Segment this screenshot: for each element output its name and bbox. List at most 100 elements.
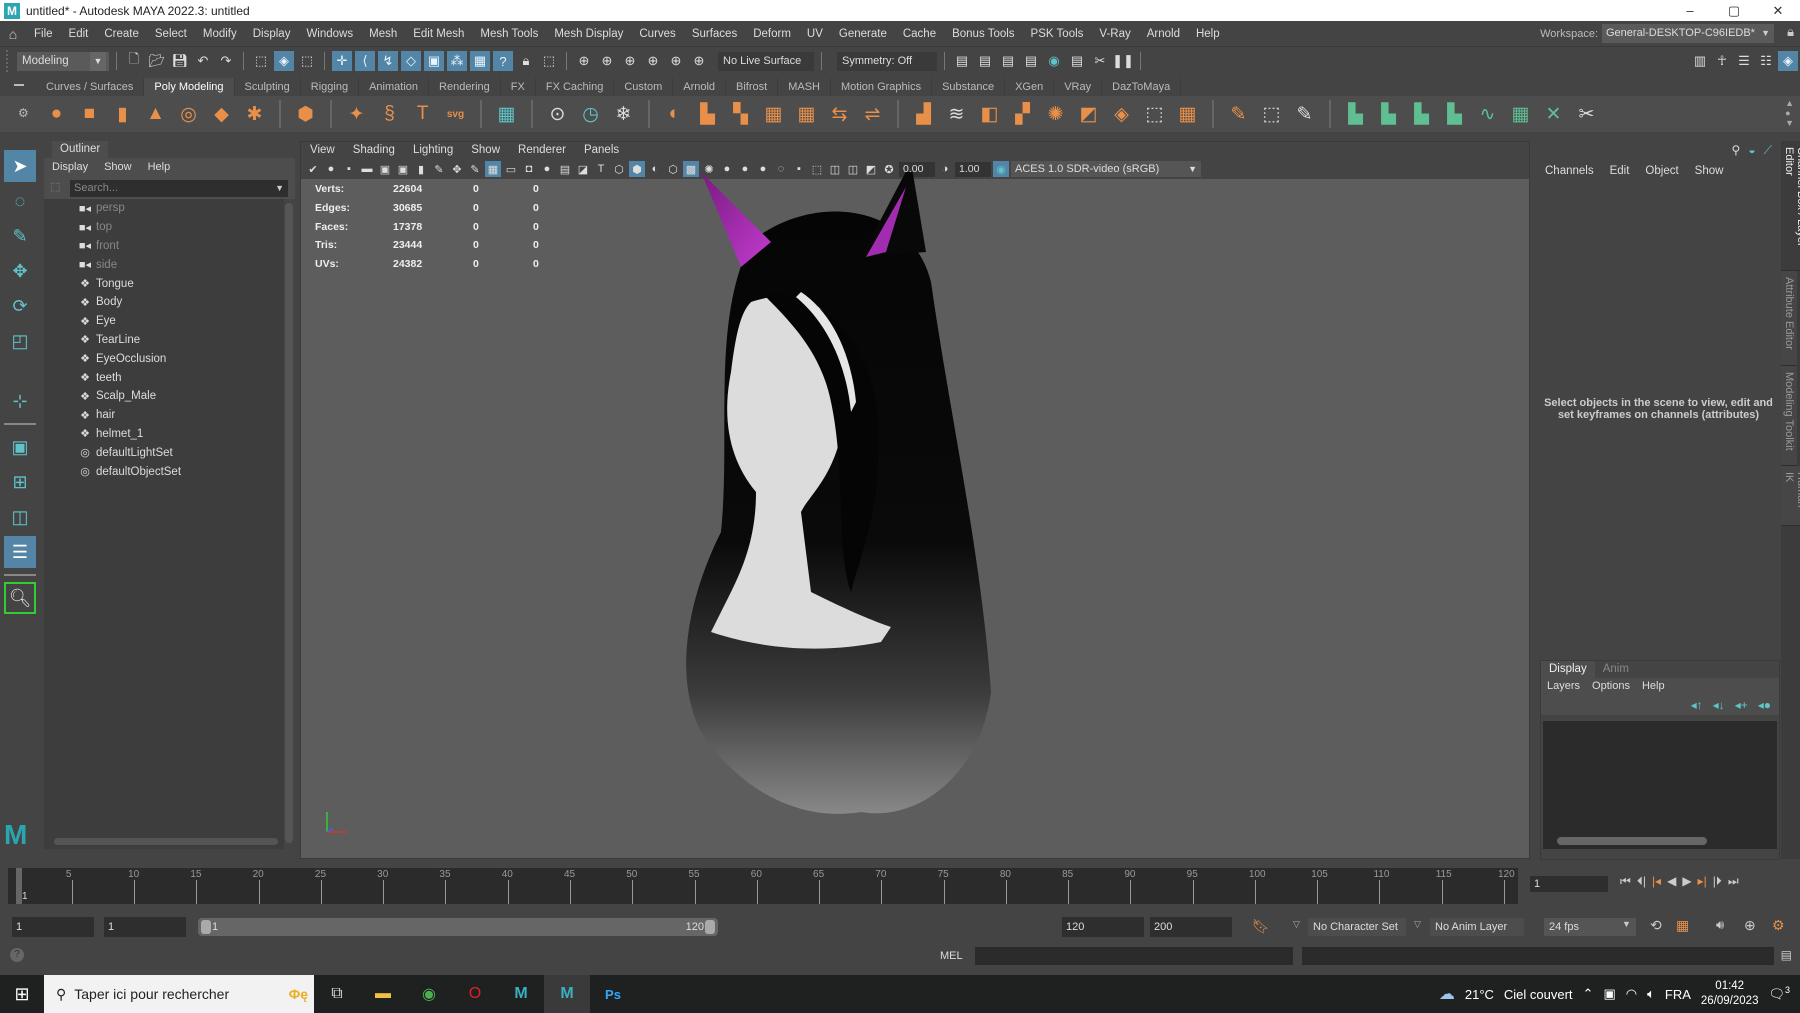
mash-network-icon[interactable]: ▦	[492, 100, 521, 129]
script-language-label[interactable]: MEL	[940, 950, 963, 962]
channelbox-menu-object[interactable]: Object	[1637, 163, 1686, 179]
bookmarks-icon[interactable]: ▪	[341, 161, 357, 177]
outliner-item[interactable]: ■◂ top	[44, 218, 284, 237]
lock-selection-icon[interactable]: 🔒︎	[516, 51, 536, 71]
safe-action-icon[interactable]: ◪	[575, 161, 591, 177]
freeze-transform-icon[interactable]: ❄	[609, 100, 638, 129]
camera-icon[interactable]: ▣	[395, 161, 411, 177]
menu-set-dropdown[interactable]: Modeling	[17, 51, 109, 71]
shelf-tab-mash[interactable]: MASH	[778, 78, 831, 96]
target-weld-icon[interactable]: ✺	[1041, 100, 1070, 129]
uv-editor-icon[interactable]: ▦	[1506, 100, 1535, 129]
modeling-toolkit-toggle-icon[interactable]: ▥	[1690, 51, 1710, 71]
center-pivot-icon[interactable]: ⊙	[543, 100, 572, 129]
maya-active-app-icon[interactable]: M	[544, 975, 590, 1013]
weather-icon[interactable]: ☁	[1439, 984, 1455, 1004]
highlight-selection-icon[interactable]: ⬚	[539, 51, 559, 71]
weather-description[interactable]: Ciel couvert	[1504, 987, 1573, 1002]
outliner-item[interactable]: ❖ Eye	[44, 312, 284, 331]
character-set-arrow-icon[interactable]: ▽	[1293, 919, 1300, 930]
insert-edge-loop-icon[interactable]: ⬚	[1257, 100, 1286, 129]
circularize-icon[interactable]: ▦	[1173, 100, 1202, 129]
step-forward-key-button[interactable]: ▸|	[1698, 874, 1707, 889]
human-ik-toggle-icon[interactable]: ☥	[1712, 51, 1732, 71]
viewport-panel[interactable]: View Shading Lighting Show Renderer Pane…	[300, 141, 1530, 859]
animation-end-field[interactable]: 200	[1150, 917, 1232, 937]
side-tab-channel-box[interactable]: Channel Box / Layer Editor	[1781, 141, 1800, 271]
poly-disc-icon[interactable]: ✱	[240, 100, 269, 129]
close-button[interactable]: ✕	[1756, 0, 1800, 21]
last-tool-icon[interactable]: ⊹	[4, 385, 36, 417]
poly-cylinder-icon[interactable]: ▮	[108, 100, 137, 129]
attribute-editor-toggle-icon[interactable]: ☰	[1734, 51, 1754, 71]
menu-bonus-tools[interactable]: Bonus Tools	[944, 21, 1022, 47]
outliner-item[interactable]: ❖ TearLine	[44, 331, 284, 350]
menu-arnold[interactable]: Arnold	[1139, 21, 1188, 47]
anim-layer-arrow-icon[interactable]: ▽	[1414, 919, 1421, 930]
view-transform-dropdown[interactable]: ACES 1.0 SDR-video (sRGB)	[1011, 161, 1201, 177]
playback-speed-icon[interactable]: ⚙	[1772, 917, 1785, 934]
go-to-end-button[interactable]: ⏭	[1728, 874, 1739, 889]
layer-menu-layers[interactable]: Layers	[1541, 678, 1586, 695]
drag-handle[interactable]	[6, 50, 10, 72]
channel-box-graph-icon[interactable]: ⟋	[1764, 143, 1772, 158]
maya-app-icon[interactable]: M	[498, 975, 544, 1013]
fill-hole-icon[interactable]: ◧	[975, 100, 1004, 129]
script-editor-icon[interactable]: ▤	[1781, 948, 1792, 962]
wedge-icon[interactable]: ⬚	[1140, 100, 1169, 129]
outliner-title[interactable]: Outliner	[52, 141, 109, 158]
shelf-tab-custom[interactable]: Custom	[614, 78, 674, 96]
symmetry-field[interactable]: Symmetry: Off	[837, 51, 937, 71]
menu-create[interactable]: Create	[96, 21, 147, 47]
quad-draw-icon[interactable]: ✎	[1290, 100, 1319, 129]
step-back-frame-button[interactable]: ⏴|	[1637, 874, 1646, 889]
select-tool-icon[interactable]: ➤	[4, 150, 36, 182]
outliner-vertical-scrollbar[interactable]	[285, 203, 293, 843]
snap-point-magnet-icon[interactable]: ⊕	[620, 51, 640, 71]
outliner-item[interactable]: ❖ hair	[44, 406, 284, 425]
select-hierarchy-icon[interactable]: ⬚	[251, 51, 271, 71]
outliner-menu-help[interactable]: Help	[140, 158, 179, 177]
outliner-layout-icon[interactable]: ☰	[4, 536, 36, 568]
shelf-tab-arnold[interactable]: Arnold	[673, 78, 727, 96]
menu-psk-tools[interactable]: PSK Tools	[1023, 21, 1092, 47]
viewport-menu-renderer[interactable]: Renderer	[509, 142, 575, 159]
layer-menu-options[interactable]: Options	[1586, 678, 1636, 695]
four-view-layout-icon[interactable]: ⊞	[4, 466, 36, 498]
render-settings-icon[interactable]: ▤	[952, 51, 972, 71]
menu-generate[interactable]: Generate	[831, 21, 895, 47]
shelf-tab-curves-surfaces[interactable]: Curves / Surfaces	[36, 78, 145, 96]
menu-help[interactable]: Help	[1188, 21, 1228, 47]
outliner-item[interactable]: ❖ EyeOcclusion	[44, 349, 284, 368]
search-icon[interactable]: 🔍︎	[4, 582, 36, 614]
delete-history-icon[interactable]: ◷	[576, 100, 605, 129]
planar-mapping-icon[interactable]: ▙	[1341, 100, 1370, 129]
select-component-icon[interactable]: ⬚	[297, 51, 317, 71]
outliner-item[interactable]: ◎ defaultLightSet	[44, 443, 284, 462]
outliner-menu-display[interactable]: Display	[44, 158, 96, 177]
bevel-icon[interactable]: ≋	[942, 100, 971, 129]
extract-icon[interactable]: ▚	[726, 100, 755, 129]
automatic-mapping-icon[interactable]: ▙	[1440, 100, 1469, 129]
single-perspective-layout-icon[interactable]: ▣	[4, 431, 36, 463]
smooth-icon[interactable]: ▦	[759, 100, 788, 129]
menu-mesh[interactable]: Mesh	[361, 21, 405, 47]
cut-uv-icon[interactable]: ✕	[1539, 100, 1568, 129]
home-icon[interactable]: ⌂	[0, 26, 26, 42]
menu-select[interactable]: Select	[147, 21, 195, 47]
layer-list-scrollbar[interactable]	[1557, 837, 1707, 845]
outliner-horizontal-scrollbar[interactable]	[54, 838, 278, 845]
viewport-menu-view[interactable]: View	[301, 142, 344, 159]
side-tab-modeling-toolkit[interactable]: Modeling Toolkit	[1781, 366, 1797, 466]
ipr-render-icon[interactable]: ▤	[998, 51, 1018, 71]
mirror-icon[interactable]: ⇆	[825, 100, 854, 129]
snap-layout-icon[interactable]: ▦	[470, 51, 490, 71]
super-shape-icon[interactable]: ✦	[342, 100, 371, 129]
layer-menu-help[interactable]: Help	[1636, 678, 1671, 695]
grease-pencil-icon[interactable]: ✥	[449, 161, 465, 177]
shelf-menu-icon[interactable]	[14, 84, 24, 86]
lasso-tool-icon[interactable]: ◌	[4, 185, 36, 217]
sculpt-icon[interactable]: ✎	[467, 161, 483, 177]
outliner-search-input[interactable]: Search...	[70, 179, 288, 197]
help-icon[interactable]: ?	[10, 948, 24, 962]
